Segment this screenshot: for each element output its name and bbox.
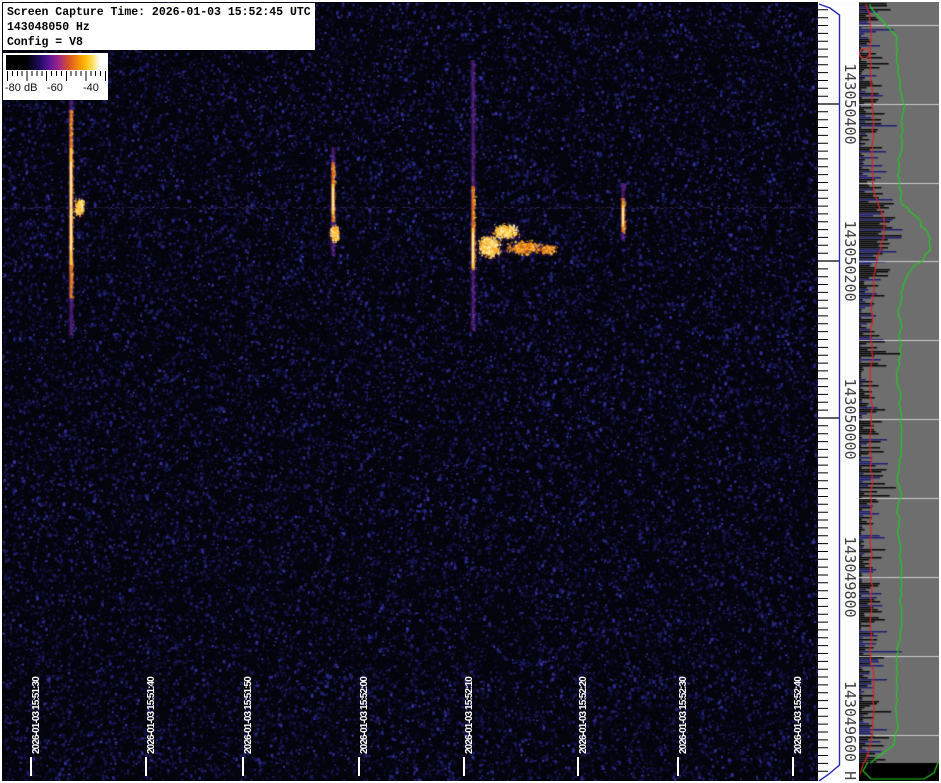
- capture-time-text: Screen Capture Time: 2026-01-03 15:52:45…: [7, 6, 311, 19]
- frequency-ruler: [818, 2, 859, 781]
- spectrogram-window: Screen Capture Time: 2026-01-03 15:52:45…: [0, 0, 941, 783]
- intensity-colorbar: -80 dB -60 -40: [3, 53, 108, 100]
- colorbar-label-60db: -60: [47, 82, 63, 94]
- spectrogram-waterfall-canvas: [2, 2, 939, 781]
- config-text: Config = V8: [7, 36, 83, 49]
- spectrum-marker-circle: [858, 47, 870, 59]
- colorbar-label-40db: -40: [83, 82, 99, 94]
- colorbar-tick-ruler: [7, 71, 106, 81]
- tuned-frequency-text: 143048050 Hz: [7, 21, 90, 34]
- capture-info-box: Screen Capture Time: 2026-01-03 15:52:45…: [3, 3, 315, 50]
- colorbar-gradient: [6, 55, 106, 70]
- colorbar-label-80db: -80 dB: [5, 82, 38, 94]
